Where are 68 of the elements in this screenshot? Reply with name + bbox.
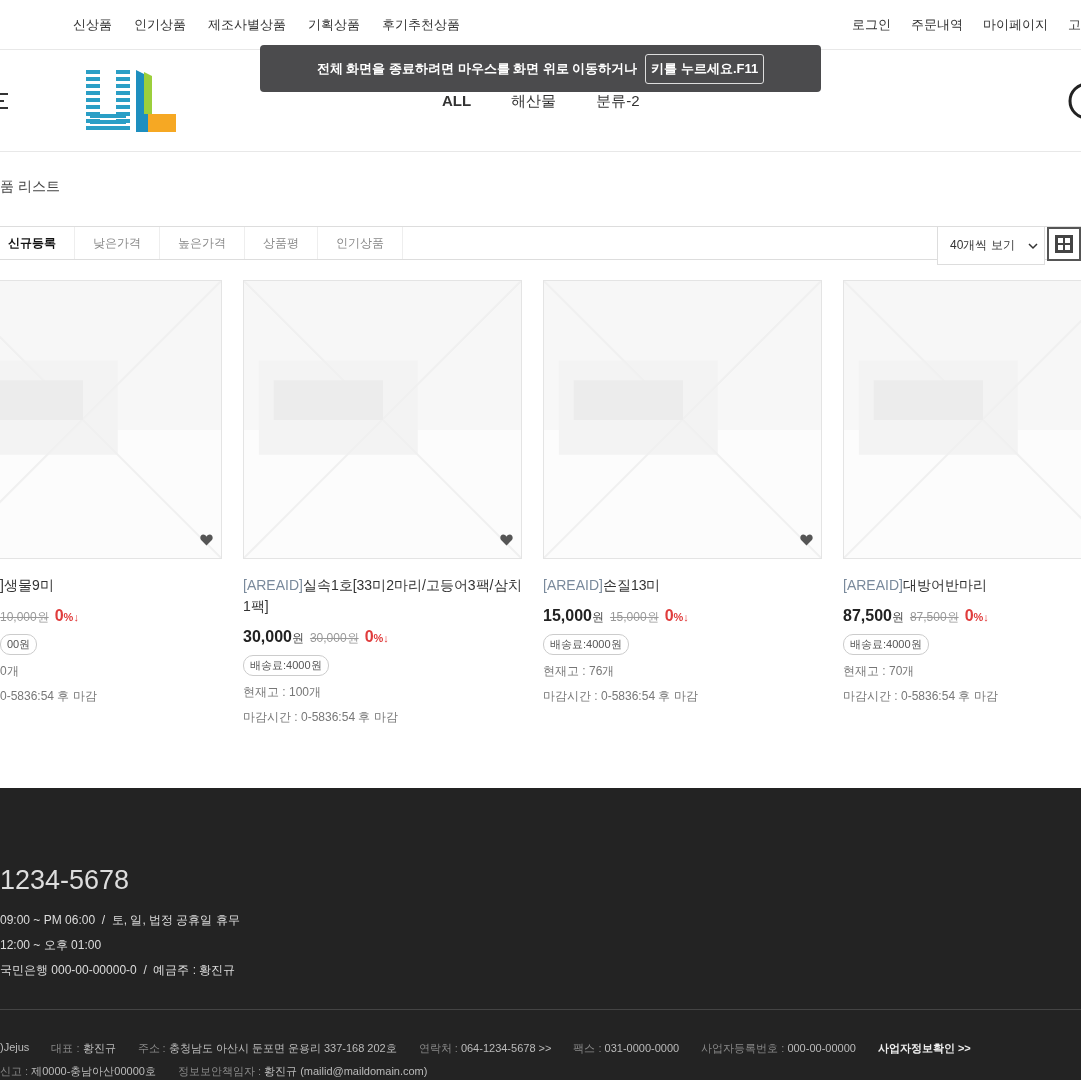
shipping-fee-tag: 배송료:4000원 (543, 634, 629, 655)
company-info-item: 신고 : 제0000-충남아산00000호 (0, 1064, 156, 1079)
notice-text: 전체 화면을 종료하려면 마우스를 화면 위로 이동하거나 (316, 59, 638, 78)
company-info-item: 대표 : 황진규 (51, 1041, 116, 1056)
top-nav-link[interactable]: 주문내역 (911, 15, 963, 34)
company-info-item: )Jejus (0, 1041, 30, 1055)
footer-info-line: 국민은행 000-00-00000-0 / 예금주 : 황진규 (0, 962, 237, 979)
sort-tab[interactable]: 높은가격 (160, 227, 245, 259)
grid-view-button[interactable] (1047, 227, 1081, 261)
logo[interactable] (86, 69, 176, 132)
top-nav-link[interactable]: 후기추천상품 (382, 15, 460, 34)
top-nav-link[interactable]: 고 (1068, 15, 1081, 34)
stock-text: 현재고 : 76개 (543, 663, 616, 680)
product-title[interactable]: [AREAID]손질13미 (543, 575, 822, 596)
product-title[interactable]: ]생물9미 (0, 575, 222, 596)
stock-text: 현재고 : 100개 (243, 684, 323, 701)
original-price: 10,000원 (0, 609, 49, 626)
top-nav-link[interactable]: 마이페이지 (983, 15, 1048, 34)
discount-rate: 0%↓ (964, 607, 989, 625)
caret-icon (1028, 241, 1038, 250)
category-link[interactable]: 해산물 (511, 92, 557, 111)
breadcrumb: 품 리스트 (0, 177, 61, 196)
heart-icon[interactable] (200, 534, 213, 546)
original-price: 30,000원 (309, 630, 359, 647)
discount-rate: 0%↓ (54, 607, 79, 625)
price: 15,000원 (543, 607, 604, 626)
category-link[interactable]: ALL (442, 92, 472, 111)
category-link[interactable]: 분류-2 (596, 92, 640, 111)
stock-text: 현재고 : 70개 (843, 663, 916, 680)
top-nav-link[interactable]: 신상품 (73, 15, 112, 34)
shipping-fee-tag: 배송료:4000원 (243, 655, 329, 676)
heart-icon[interactable] (500, 534, 513, 546)
heart-icon[interactable] (800, 534, 813, 546)
company-info-item: 팩스 : 031-0000-0000 (573, 1041, 680, 1056)
sort-tab[interactable]: 인기상품 (318, 227, 403, 259)
sort-tab[interactable]: 상품평 (245, 227, 318, 259)
company-info-item: 주소 : 충청남도 아산시 둔포면 운용리 337-168 202호 (137, 1041, 397, 1056)
key-hint: 키를 누르세요.F11 (645, 53, 765, 84)
discount-rate: 0%↓ (364, 628, 389, 646)
footer-info-line: 09:00 ~ PM 06:00 / 토, 일, 법정 공휴일 휴무 (0, 912, 241, 929)
grid-icon (1055, 235, 1073, 253)
product-title[interactable]: [AREAID]실속1호[33미2마리/고등어3팩/삼치1팩] (243, 575, 522, 617)
original-price: 87,500원 (909, 609, 959, 626)
sort-tab[interactable]: 낮은가격 (75, 227, 160, 259)
shipping-fee-tag: 배송료:4000원 (843, 634, 929, 655)
phone-number: 1234-5678 (0, 864, 131, 896)
top-nav-link[interactable]: 인기상품 (134, 15, 186, 34)
company-info-item: 정보보안책임자 : 황진규 (mailid@maildomain.com) (177, 1064, 428, 1079)
footer-info-line: 12:00 ~ 오후 01:00 (0, 937, 103, 954)
deadline-text: 마감시간 : 0-5836:54 후 마감 (243, 709, 399, 726)
stock-text: 0개 (0, 663, 20, 680)
deadline-text: 마감시간 : 0-5836:54 후 마감 (543, 688, 699, 705)
top-nav-link[interactable]: 로그인 (852, 15, 891, 34)
deadline-text: 마감시간 : 0-5836:54 후 마감 (843, 688, 999, 705)
price: 30,000원 (243, 628, 304, 647)
product-title[interactable]: [AREAID]대방어반마리 (843, 575, 1081, 596)
original-price: 15,000원 (609, 609, 659, 626)
top-nav-link[interactable]: 기획상품 (308, 15, 360, 34)
sort-tab[interactable]: 신규등록 (0, 227, 75, 259)
discount-rate: 0%↓ (664, 607, 689, 625)
page-size-select[interactable]: 40개씩 보기 (937, 227, 1045, 265)
shipping-fee-tag: 00원 (0, 634, 38, 655)
top-nav-link[interactable]: 제조사별상품 (208, 15, 286, 34)
company-info-item: 사업자등록번호 : 000-00-00000 (701, 1041, 856, 1056)
company-info-item: 연락처 : 064-1234-5678 >> (418, 1041, 552, 1056)
price: 87,500원 (843, 607, 904, 626)
business-info-link[interactable]: 사업자정보확인 >> (877, 1041, 971, 1056)
deadline-text: 0-5836:54 후 마감 (0, 688, 98, 705)
